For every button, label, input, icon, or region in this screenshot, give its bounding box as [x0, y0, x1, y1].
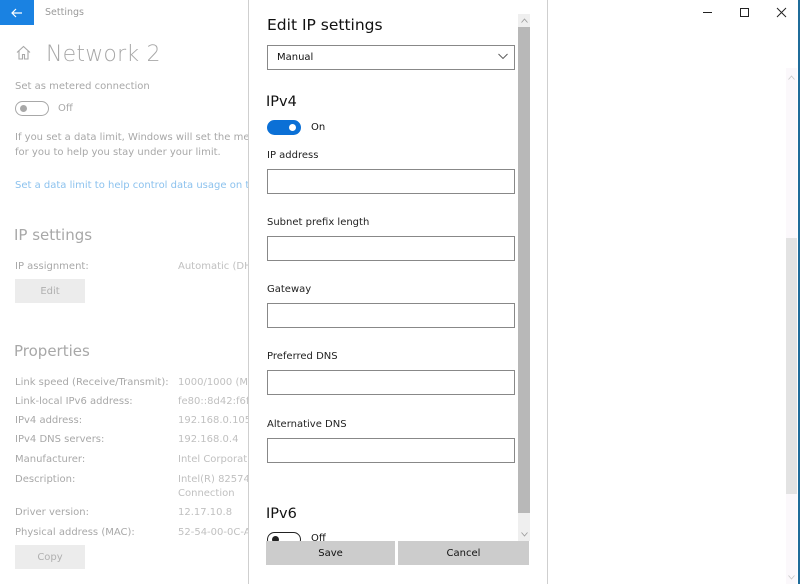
ipv4-toggle[interactable]: [267, 120, 301, 135]
toggle-knob: [289, 124, 296, 131]
home-icon[interactable]: [15, 44, 32, 65]
metered-toggle[interactable]: [15, 101, 49, 116]
back-button[interactable]: [0, 0, 34, 25]
prop-label: Link speed (Receive/Transmit):: [15, 377, 169, 388]
ip-address-label: IP address: [267, 150, 319, 161]
prop-value: 192.168.0.105: [178, 415, 252, 426]
prop-label: Physical address (MAC):: [15, 527, 135, 538]
edit-ip-settings-dialog: Edit IP settings Manual IPv4 On IP addre…: [248, 0, 548, 584]
subnet-prefix-label: Subnet prefix length: [267, 217, 370, 228]
ipv4-toggle-state: On: [311, 122, 326, 133]
chevron-down-icon: [498, 53, 508, 60]
prop-value: 192.168.0.4: [178, 434, 239, 445]
data-limit-link[interactable]: Set a data limit to help control data us…: [15, 180, 258, 191]
edit-button[interactable]: Edit: [15, 279, 85, 303]
prop-label: IPv4 address:: [15, 415, 83, 426]
scroll-up-arrow[interactable]: [518, 15, 530, 26]
scroll-down-arrow[interactable]: [518, 529, 530, 540]
chevron-up-icon: [520, 18, 528, 23]
prop-value: Intel Corporati: [178, 454, 250, 465]
window-controls: [689, 0, 800, 25]
cancel-button[interactable]: Cancel: [398, 541, 529, 565]
properties-heading: Properties: [14, 342, 90, 360]
gateway-label: Gateway: [267, 284, 312, 295]
ip-mode-value: Manual: [277, 52, 314, 63]
ip-mode-select[interactable]: Manual: [267, 45, 515, 70]
page-header: Network 2: [15, 42, 161, 67]
subnet-prefix-input[interactable]: [267, 236, 515, 261]
close-icon: [776, 7, 787, 18]
ip-assignment-label: IP assignment:: [15, 261, 89, 272]
toggle-knob: [20, 104, 27, 112]
maximize-icon: [740, 8, 749, 17]
app-title: Settings: [45, 7, 84, 18]
scrollbar-thumb[interactable]: [786, 238, 797, 494]
prop-value: fe80::8d42:f6f6: [178, 396, 256, 407]
metered-toggle-state: Off: [58, 103, 73, 114]
metered-info-line-1: If you set a data limit, Windows will se…: [15, 132, 264, 143]
scroll-up-arrow[interactable]: [786, 72, 797, 82]
dialog-title: Edit IP settings: [267, 16, 383, 34]
prop-label: Link-local IPv6 address:: [15, 396, 133, 407]
page-title: Network 2: [46, 42, 161, 67]
copy-button[interactable]: Copy: [15, 545, 85, 569]
arrow-left-icon: [11, 8, 22, 17]
maximize-button[interactable]: [726, 0, 763, 25]
ip-assignment-value: Automatic (DH: [178, 261, 252, 272]
ip-address-input[interactable]: [267, 169, 515, 194]
prop-value: 12.17.10.8: [178, 507, 233, 518]
close-button[interactable]: [763, 0, 800, 25]
metered-label: Set as metered connection: [15, 81, 150, 92]
page-scrollbar[interactable]: [786, 68, 797, 584]
alternative-dns-label: Alternative DNS: [267, 419, 347, 430]
chevron-down-icon: [788, 574, 795, 580]
chevron-up-icon: [788, 74, 795, 80]
prop-label: Description:: [15, 474, 76, 485]
dialog-scrollbar[interactable]: [518, 14, 530, 541]
prop-value-continued: Connection: [178, 488, 235, 499]
scroll-down-arrow[interactable]: [786, 572, 797, 582]
ip-settings-heading: IP settings: [14, 226, 93, 244]
save-button[interactable]: Save: [266, 541, 395, 565]
prop-label: Driver version:: [15, 507, 89, 518]
chevron-down-icon: [520, 532, 528, 537]
ipv6-heading: IPv6: [266, 506, 297, 522]
metered-info-line-2: for you to help you stay under your limi…: [15, 147, 221, 158]
scrollbar-thumb[interactable]: [518, 27, 530, 513]
preferred-dns-input[interactable]: [267, 370, 515, 395]
minimize-button[interactable]: [689, 0, 726, 25]
prop-value: 1000/1000 (Mb: [178, 377, 255, 388]
prop-value: 52-54-00-0C-A: [178, 527, 251, 538]
alternative-dns-input[interactable]: [267, 438, 515, 463]
ipv4-heading: IPv4: [266, 94, 297, 110]
preferred-dns-label: Preferred DNS: [267, 351, 338, 362]
prop-label: IPv4 DNS servers:: [15, 434, 105, 445]
gateway-input[interactable]: [267, 303, 515, 328]
prop-label: Manufacturer:: [15, 454, 86, 465]
prop-value: Intel(R) 82574L: [178, 474, 256, 485]
minimize-icon: [703, 12, 712, 13]
